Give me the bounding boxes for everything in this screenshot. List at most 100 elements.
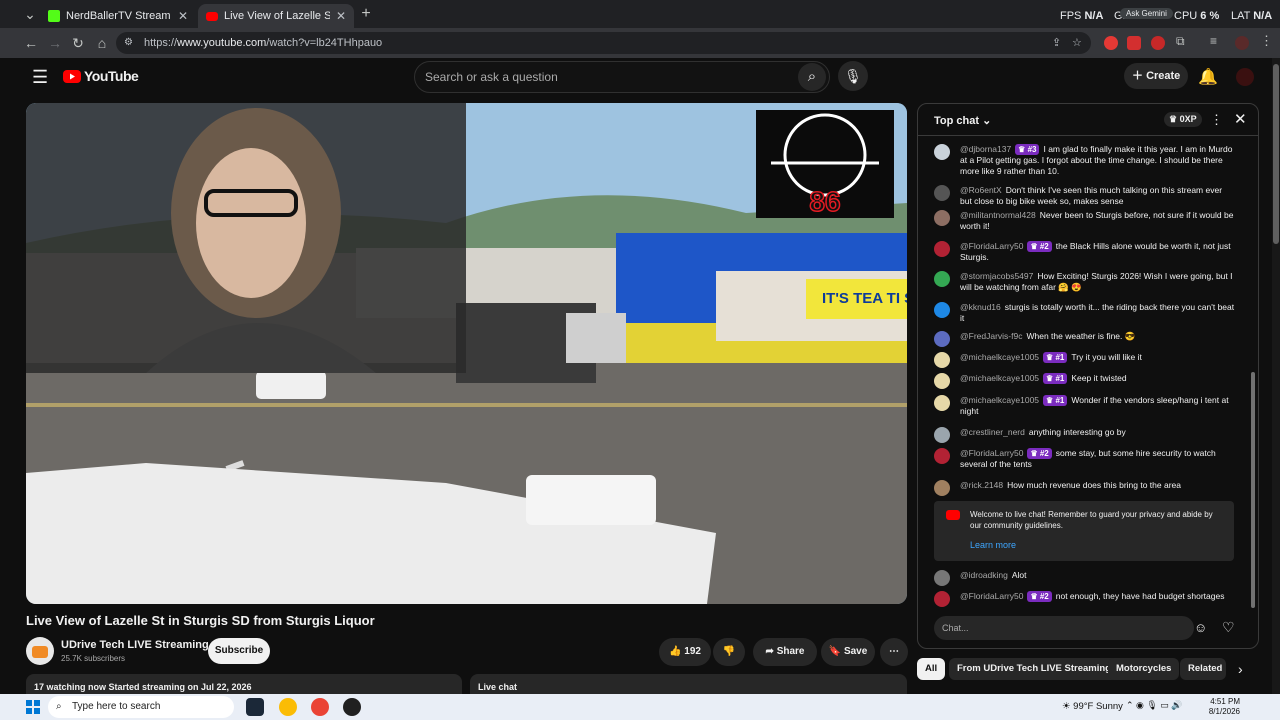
dislike-icon[interactable]: 👎 [713,638,745,666]
chat-message[interactable]: @rick.2148 How much revenue does this bri… [934,480,1236,496]
chat-message[interactable]: @Ro6entX Don't think I've seen this much … [934,185,1236,207]
chat-author[interactable]: @crestliner_nerd [960,427,1025,437]
youtube-logo-icon[interactable] [63,70,81,83]
chat-message[interactable]: @michaelkcaye1005 ♛ #1 Keep it twisted [934,373,1236,389]
chat-author-avatar[interactable] [934,352,950,368]
chat-author[interactable]: @FloridaLarry50 [960,241,1023,251]
chat-author[interactable]: @michaelkcaye1005 [960,352,1039,362]
chat-author-avatar[interactable] [934,302,950,318]
chip-related[interactable]: Related [1180,658,1226,680]
extension-icon[interactable] [1151,36,1165,50]
steam-taskbar-icon[interactable] [246,698,264,716]
chat-author-avatar[interactable] [934,331,950,347]
chat-message[interactable]: @FredJarvis-f9c When the weather is fine.… [934,331,1236,347]
chat-author-avatar[interactable] [934,570,950,586]
extension-icon[interactable] [1104,36,1118,50]
channel-avatar[interactable] [26,637,54,665]
heart-icon[interactable]: ♡ [1222,619,1235,636]
chat-author[interactable]: @michaelkcaye1005 [960,395,1039,405]
chat-message[interactable]: @FloridaLarry50 ♛ #2 some stay, but some h… [934,448,1236,470]
chat-author[interactable]: @rick.2148 [960,480,1003,490]
top-chat-dropdown[interactable]: Top chat ⌄ [934,114,991,127]
notifications-bell-icon[interactable]: 🔔 [1198,67,1218,87]
chip-motorcycles[interactable]: Motorcycles [1108,658,1180,680]
chat-scrollbar[interactable] [1251,372,1255,608]
chat-author[interactable]: @stormjacobs5497 [960,271,1033,281]
more-actions-icon[interactable]: ⋯ [880,638,908,666]
obs-taskbar-icon[interactable] [343,698,361,716]
chat-author[interactable]: @FloridaLarry50 [960,448,1023,458]
windows-start-icon[interactable] [26,700,40,714]
chat-message[interactable]: @FloridaLarry50 ♛ #2 not enough, they have… [934,591,1236,607]
chat-author-avatar[interactable] [934,271,950,287]
search-input[interactable]: Search or ask a question [414,61,830,93]
clock[interactable]: 4:51 PM 8/1/2026 [1200,697,1240,717]
page-scrollbar[interactable] [1272,58,1280,694]
close-chat-icon[interactable]: ✕ [1234,110,1247,128]
taskbar-search-input[interactable]: ⌕ Type here to search [48,696,234,718]
chat-author[interactable]: @militantnormal428 [960,210,1036,220]
chat-message[interactable]: @militantnormal428 Never been to Sturgis … [934,210,1236,232]
weather-widget[interactable]: ☀ 99°F Sunny [1062,701,1123,712]
address-bar[interactable]: ⚙ https://www.youtube.com/watch?v=lb24TH… [116,32,1091,54]
new-tab-button[interactable]: + [356,4,376,24]
browser-menu-icon[interactable]: ⋮ [1260,33,1273,49]
video-player[interactable]: IT'S TEA TI STURG 86 [26,103,907,604]
chat-message[interactable]: @michaelkcaye1005 ♛ #1 Wonder if the vendo… [934,395,1236,417]
chat-author[interactable]: @Ro6entX [960,185,1002,195]
site-info-icon[interactable]: ⚙ [124,32,133,54]
learn-more-link[interactable]: Learn more [970,540,1224,551]
chat-message[interactable]: @djborna137 ♛ #3 I am glad to finally make… [934,144,1236,177]
close-tab-icon[interactable]: ✕ [178,9,188,23]
subscribe-button[interactable]: Subscribe [208,638,270,664]
extensions-puzzle-icon[interactable]: ⧉ [1176,34,1185,49]
chat-message[interactable]: @stormjacobs5497 How Exciting! Sturgis 20… [934,271,1236,293]
chat-message[interactable]: @kknud16 sturgis is totally worth it... t… [934,302,1236,324]
close-tab-icon[interactable]: ✕ [336,9,346,23]
system-tray-icons[interactable]: ⌃ ◉ 🎙 ▭ 🔊 [1126,700,1183,711]
chat-author-avatar[interactable] [934,480,950,496]
back-icon[interactable]: ← [21,33,41,53]
chat-author-avatar[interactable] [934,427,950,443]
account-avatar[interactable] [1236,68,1254,86]
xp-badge[interactable]: ♛ 0XP [1164,112,1202,127]
chrome-taskbar-icon[interactable] [279,698,297,716]
chat-author-avatar[interactable] [934,144,950,160]
like-button[interactable]: 👍 192 [659,638,711,666]
microphone-icon[interactable]: 🎙 [838,61,868,91]
tab-nerdballer[interactable]: NerdBallerTV Stream - Watch L ✕ [40,4,196,28]
profile-avatar[interactable] [1235,36,1249,50]
install-app-icon[interactable]: ⇪ [1052,32,1061,54]
chat-message[interactable]: @FloridaLarry50 ♛ #2 the Black Hills alone… [934,241,1236,263]
chat-author-avatar[interactable] [934,591,950,607]
chat-message[interactable]: @michaelkcaye1005 ♛ #1 Try it you will lik… [934,352,1236,368]
chips-next-icon[interactable]: › [1238,661,1243,677]
chat-author[interactable]: @FredJarvis-f9c [960,331,1022,341]
save-button[interactable]: 🔖 Save [821,638,875,666]
reading-list-icon[interactable]: ≡ [1210,34,1217,48]
youtube-logo-text[interactable]: YouTube [84,68,139,84]
tab-search-icon[interactable]: ⌄ [20,4,40,24]
chat-more-icon[interactable]: ⋮ [1210,112,1223,128]
chrome-taskbar-icon[interactable] [311,698,329,716]
forward-icon[interactable]: → [45,33,65,53]
chat-author-avatar[interactable] [934,395,950,411]
tab-youtube-active[interactable]: Live View of Lazelle St in Sturgis ✕ [198,4,354,28]
emoji-icon[interactable]: ☺ [1194,620,1207,635]
create-button[interactable]: ＋ Create [1124,63,1188,89]
reload-icon[interactable]: ↻ [68,33,88,53]
chat-author[interactable]: @djborna137 [960,144,1011,154]
chip-all[interactable]: All [917,658,946,680]
chat-author-avatar[interactable] [934,373,950,389]
chat-message[interactable]: @idroadking Alot [934,570,1236,586]
chat-author-avatar[interactable] [934,210,950,226]
chat-author-avatar[interactable] [934,241,950,257]
chat-author-avatar[interactable] [934,185,950,201]
chat-author-avatar[interactable] [934,448,950,464]
chat-author[interactable]: @michaelkcaye1005 [960,373,1039,383]
channel-name[interactable]: UDrive Tech LIVE Streaming [61,639,209,651]
bookmark-star-icon[interactable]: ☆ [1072,32,1082,54]
chat-message[interactable]: @crestliner_nerd anything interesting go … [934,427,1236,443]
ask-gemini-button[interactable]: Ask Gemini [1120,8,1173,19]
chat-author[interactable]: @kknud16 [960,302,1001,312]
